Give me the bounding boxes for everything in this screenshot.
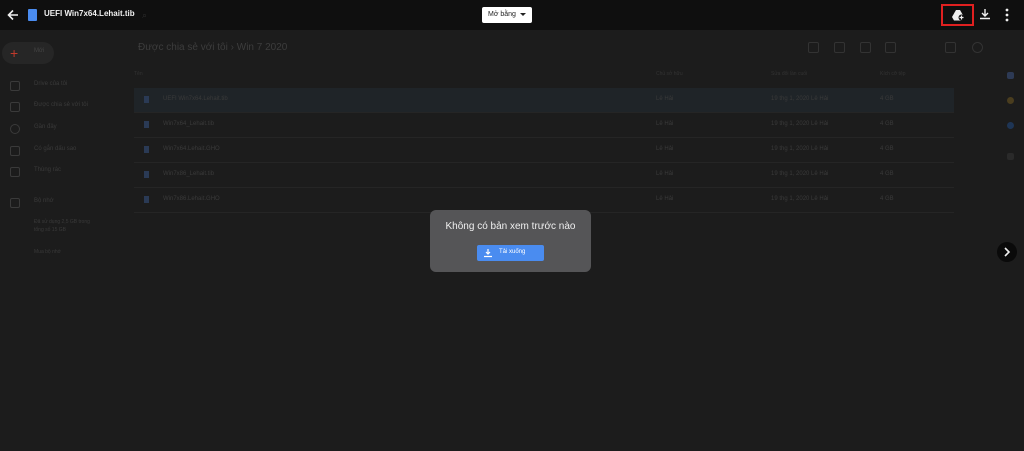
file-type-icon [144, 196, 149, 203]
file-owner: Lê Hải [656, 96, 674, 102]
open-with-label: Mở bằng [488, 11, 516, 18]
file-modified: 19 thg 1, 2020 Lê Hải [771, 146, 829, 152]
download-button[interactable]: Tải xuống [477, 245, 544, 261]
add-addon-icon[interactable] [1007, 153, 1014, 160]
sidebar-item-label: Bộ nhớ [34, 198, 54, 204]
new-label: Mới [34, 48, 45, 54]
keep-icon[interactable] [1007, 97, 1014, 104]
sidebar-item-trash[interactable]: Thùng rác [0, 165, 125, 179]
grid-view-icon[interactable] [945, 42, 956, 53]
storage-total-text: tổng số 15 GB [34, 227, 66, 233]
table-row[interactable]: Win7x64.Lehait.GHO Lê Hải 19 thg 1, 2020 L… [134, 138, 954, 163]
chevron-down-icon [519, 12, 526, 16]
file-name: Win7x86_Lehait.tib [163, 171, 215, 177]
file-type-icon [144, 96, 149, 103]
sidebar-item-storage[interactable]: Bộ nhớ [0, 196, 125, 210]
file-type-icon [144, 146, 149, 153]
open-with-button[interactable]: Mở bằng [482, 7, 532, 23]
table-row[interactable]: UEFI Win7x64.Lehait.tib Lê Hải 19 thg 1, 2… [134, 88, 954, 113]
file-owner: Lê Hải [656, 146, 674, 152]
preview-topbar: UEFI Win7x64.Lehait.tib ⌕ Mở bằng [0, 0, 1024, 30]
storage-used-text: Đã sử dụng 2,5 GB trong [34, 219, 90, 225]
next-file-button[interactable] [997, 242, 1017, 262]
breadcrumb-root[interactable]: Được chia sẻ với tôi [138, 42, 228, 53]
delete-icon[interactable] [885, 42, 896, 53]
sidebar-item-label: Thùng rác [34, 167, 62, 173]
column-header-modified[interactable]: Sửa đổi lần cuối [771, 71, 807, 77]
sidebar-item-my-drive[interactable]: Drive của tôi [0, 79, 125, 93]
new-button[interactable]: + Mới [2, 42, 54, 64]
file-name: UEFI Win7x64.Lehait.tib [163, 96, 228, 102]
table-row[interactable]: Win7x86_Lehait.tib Lê Hải 19 thg 1, 2020 L… [134, 163, 954, 188]
sidebar-item-label: Gần đây [34, 124, 57, 130]
file-size: 4 GB [880, 96, 894, 102]
doc-file-icon [28, 9, 37, 21]
file-size: 4 GB [880, 146, 894, 152]
breadcrumb-folder[interactable]: Win 7 2020 [237, 42, 288, 53]
file-size: 4 GB [880, 196, 894, 202]
file-owner: Lê Hải [656, 196, 674, 202]
file-modified: 19 thg 1, 2020 Lê Hải [771, 121, 829, 127]
shared-icon [10, 102, 20, 112]
file-type-icon [144, 171, 149, 178]
trash-icon [10, 167, 20, 177]
file-modified: 19 thg 1, 2020 Lê Hải [771, 171, 829, 177]
no-preview-dialog: Không có bản xem trước nào Tải xuống [430, 210, 591, 272]
plus-icon: + [10, 45, 19, 61]
search-icon: ⌕ [142, 10, 148, 20]
no-preview-message: Không có bản xem trước nào [445, 221, 576, 232]
sidebar-item-label: Có gắn dấu sao [34, 146, 77, 152]
share-icon[interactable] [834, 42, 845, 53]
tasks-icon[interactable] [1007, 122, 1014, 129]
file-size: 4 GB [880, 171, 894, 177]
file-owner: Lê Hải [656, 171, 674, 177]
link-icon[interactable] [808, 42, 819, 53]
sidebar-item-shared[interactable]: Được chia sẻ với tôi [0, 100, 125, 114]
file-title: UEFI Win7x64.Lehait.tib [44, 9, 135, 18]
sidebar-item-label: Được chia sẻ với tôi [34, 102, 88, 108]
storage-icon [10, 198, 20, 208]
table-row[interactable]: Win7x64_Lehait.tib Lê Hải 19 thg 1, 2020 L… [134, 113, 954, 138]
download-icon[interactable] [979, 8, 991, 20]
calendar-icon[interactable] [1007, 72, 1014, 79]
file-owner: Lê Hải [656, 121, 674, 127]
sidebar-item-recent[interactable]: Gần đây [0, 122, 125, 136]
file-size: 4 GB [880, 121, 894, 127]
sidebar-item-starred[interactable]: Có gắn dấu sao [0, 144, 125, 158]
info-icon[interactable] [972, 42, 983, 53]
chevron-right-icon [1004, 247, 1011, 257]
preview-icon[interactable] [860, 42, 871, 53]
download-label: Tải xuống [499, 249, 526, 255]
drive-icon [10, 81, 20, 91]
file-name: Win7x86.Lehait.GHO [163, 196, 220, 202]
add-to-drive-button[interactable] [941, 4, 974, 26]
file-name: Win7x64.Lehait.GHO [163, 146, 220, 152]
more-vert-icon[interactable] [1004, 8, 1010, 22]
breadcrumb: Được chia sẻ với tôi › Win 7 2020 [138, 42, 287, 53]
file-modified: 19 thg 1, 2020 Lê Hải [771, 196, 829, 202]
file-name: Win7x64_Lehait.tib [163, 121, 215, 127]
file-modified: 19 thg 1, 2020 Lê Hải [771, 96, 829, 102]
back-arrow-icon[interactable] [6, 8, 20, 22]
buy-storage-link[interactable]: Mua bộ nhớ [34, 249, 61, 255]
add-to-drive-icon [952, 10, 965, 21]
column-header-size[interactable]: Kích cỡ tệp [880, 71, 906, 77]
star-icon [10, 146, 20, 156]
file-type-icon [144, 121, 149, 128]
breadcrumb-separator: › [230, 42, 234, 53]
download-icon [484, 249, 492, 258]
column-header-owner[interactable]: Chủ sở hữu [656, 71, 683, 77]
clock-icon [10, 124, 20, 134]
sidebar-item-label: Drive của tôi [34, 81, 68, 87]
column-header-name[interactable]: Tên [134, 71, 143, 77]
